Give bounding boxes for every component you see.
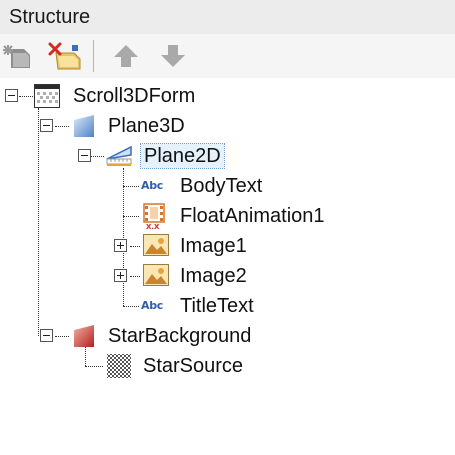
collapse-toggle[interactable] <box>40 119 53 132</box>
delete-icon <box>48 42 81 70</box>
tree-node-image1[interactable]: Image1 <box>180 234 247 258</box>
delete-button[interactable] <box>46 41 81 71</box>
arrow-up-icon <box>114 45 138 67</box>
structure-panel: Structure Scroll3DForm Plane3D Plane2D A… <box>0 0 455 455</box>
toolbar-separator <box>93 40 94 72</box>
tree-node-image2[interactable]: Image2 <box>180 264 247 288</box>
tree-guide <box>55 336 69 337</box>
tree-guide <box>38 108 39 336</box>
collapse-toggle[interactable] <box>40 329 53 342</box>
expand-toggle[interactable] <box>114 269 127 282</box>
tree-guide <box>85 366 103 367</box>
tree-node-starbackground[interactable]: StarBackground <box>108 324 251 348</box>
tree-guide <box>123 216 139 217</box>
tree-node-plane2d[interactable]: Plane2D <box>140 143 225 169</box>
tree-guide <box>19 96 33 97</box>
arrow-down-icon <box>161 45 185 67</box>
move-down-button[interactable] <box>157 41 189 71</box>
collapse-toggle[interactable] <box>78 149 91 162</box>
tree-guide <box>130 246 140 247</box>
tree-guide <box>55 126 69 127</box>
structure-tree: Scroll3DForm Plane3D Plane2D Abc BodyTex… <box>0 78 455 455</box>
tree-guide <box>85 346 86 366</box>
tree-node-scroll3dform[interactable]: Scroll3DForm <box>73 84 195 108</box>
tree-guide <box>123 168 124 306</box>
move-up-button[interactable] <box>110 41 142 71</box>
collapse-toggle[interactable] <box>5 89 18 102</box>
svg-text:X.X: X.X <box>146 223 160 229</box>
checker-source-icon <box>106 353 132 379</box>
star-background-icon <box>72 324 94 347</box>
tree-guide <box>90 156 104 157</box>
add-object-button[interactable] <box>2 41 34 71</box>
add-object-icon <box>3 45 30 68</box>
plane3d-icon <box>72 114 94 137</box>
tree-node-starsource[interactable]: StarSource <box>143 354 243 378</box>
tree-guide <box>123 306 139 307</box>
tree-node-plane3d[interactable]: Plane3D <box>108 114 185 138</box>
image-icon <box>143 264 169 286</box>
tree-node-bodytext[interactable]: BodyText <box>180 174 262 198</box>
tree-node-titletext[interactable]: TitleText <box>180 294 254 318</box>
text-abc-icon: Abc <box>141 299 164 312</box>
plane2d-icon <box>106 143 132 166</box>
tree-node-floatanimation1[interactable]: FloatAnimation1 <box>180 204 325 228</box>
tree-guide <box>123 186 139 187</box>
animation-icon: X.X <box>143 203 165 231</box>
tree-guide <box>130 276 140 277</box>
panel-title: Structure <box>0 0 455 34</box>
toolbar <box>0 34 455 78</box>
text-abc-icon: Abc <box>141 179 164 192</box>
expand-toggle[interactable] <box>114 239 127 252</box>
form-icon <box>34 84 60 108</box>
image-icon <box>143 234 169 256</box>
